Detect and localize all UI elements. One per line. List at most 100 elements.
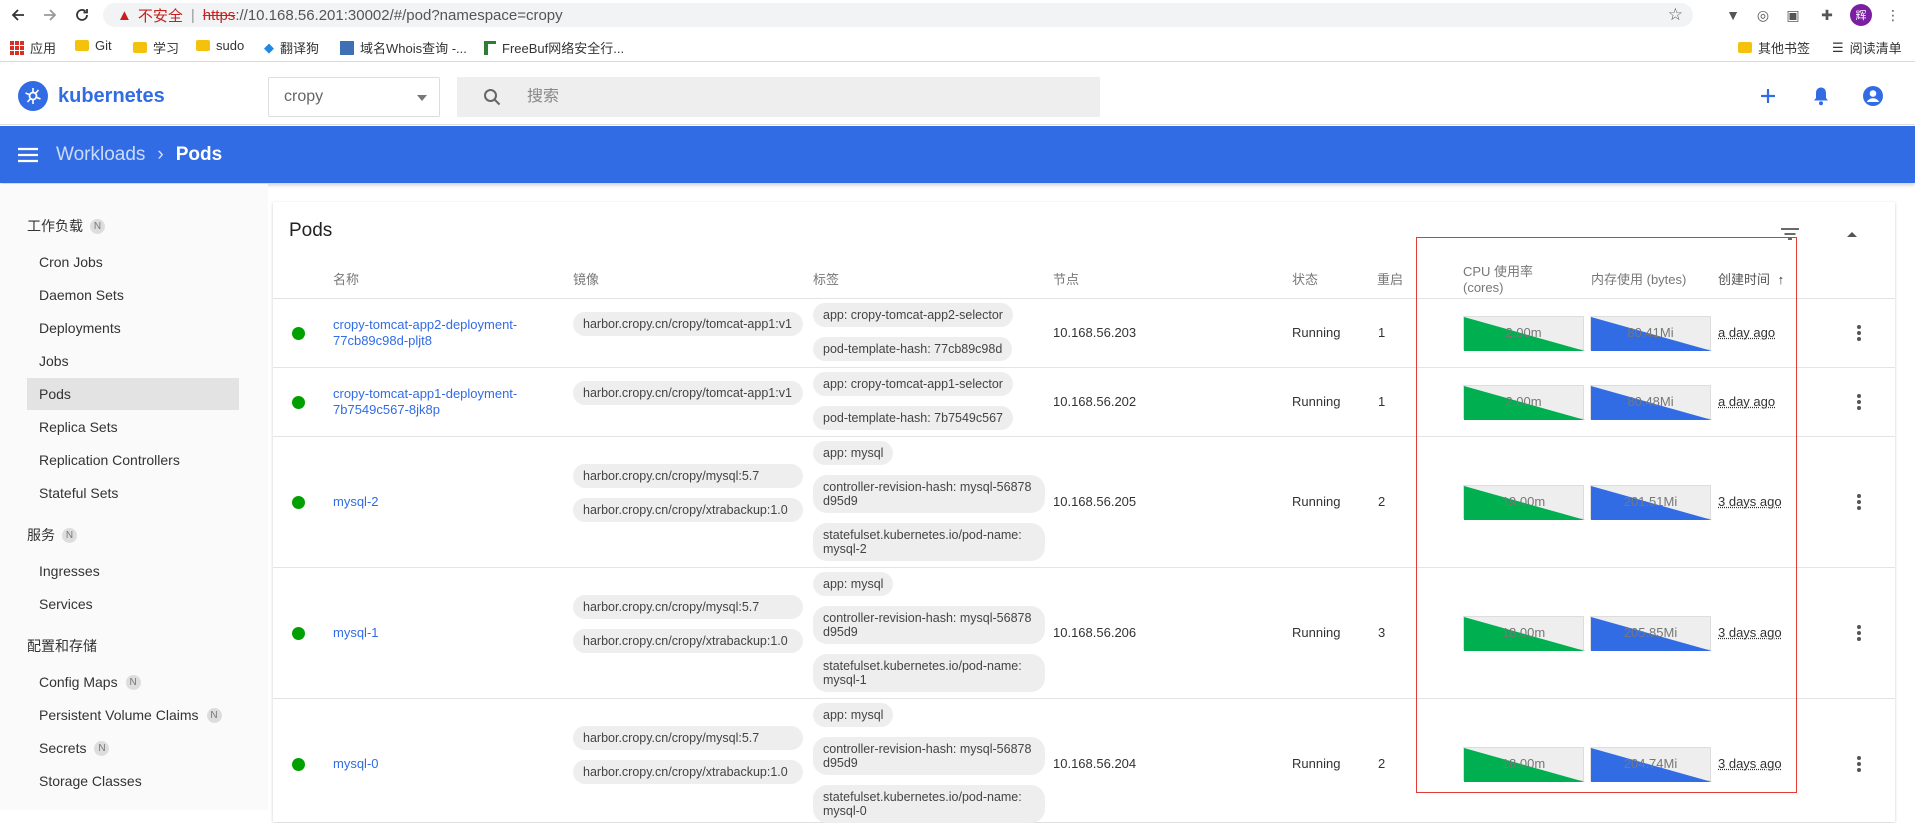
dropdown-caret-icon (417, 95, 427, 101)
freebuf-icon (484, 41, 496, 55)
label-chip: controller-revision-hash: mysql-56878d95… (813, 737, 1045, 775)
label-chip: pod-template-hash: 7b7549c567 (813, 406, 1013, 430)
sidebar-section-services[interactable]: 服务 N (27, 525, 77, 545)
row-actions-kebab-icon[interactable] (1849, 321, 1869, 345)
plus-icon (1759, 87, 1777, 105)
column-header-restarts: 重启 (1377, 272, 1403, 288)
pod-name-link[interactable]: cropy-tomcat-app1-deployment-7b7549c567-… (333, 386, 538, 418)
image-chip: harbor.cropy.cn/cropy/tomcat-app1:v1 (573, 312, 803, 336)
sidebar-section-workloads[interactable]: 工作负载 N (27, 216, 105, 236)
search-icon (457, 88, 527, 106)
arrow-right-icon (42, 7, 58, 23)
warning-icon: ▲ (117, 7, 132, 24)
apps-grid-icon (10, 41, 24, 55)
bookmark-whois[interactable]: 域名Whois查询 -... (340, 38, 467, 57)
sidebar-item-storage-classes[interactable]: Storage Classes (27, 765, 239, 797)
image-chip: harbor.cropy.cn/cropy/tomcat-app1:v1 (573, 381, 803, 405)
sidebar-item-secrets[interactable]: Secrets N (27, 732, 239, 764)
chevron-right-icon: › (157, 144, 163, 166)
extension-v-icon[interactable]: ▼ (1722, 4, 1744, 26)
sidebar-item-label: Replica Sets (39, 419, 118, 435)
bookmark-apps[interactable]: 应用 (10, 38, 56, 57)
extension-circle-icon[interactable]: ◎ (1752, 4, 1774, 26)
app-header: kubernetes cropy (0, 65, 1915, 125)
bookmark-label: Git (95, 38, 112, 53)
pod-name-link[interactable]: mysql-1 (333, 625, 538, 641)
bookmark-fanyigou[interactable]: ◆ 翻译狗 (264, 38, 319, 57)
breadcrumb-workloads[interactable]: Workloads (56, 144, 145, 166)
status-cell: Running (1292, 625, 1340, 640)
create-button[interactable] (1755, 83, 1781, 109)
breadcrumb-toolbar: Workloads › Pods (0, 126, 1915, 183)
star-icon[interactable]: ☆ (1668, 5, 1683, 25)
breadcrumb-current: Pods (176, 144, 222, 166)
url-scheme: https (203, 7, 236, 24)
sidebar-item-label: Cron Jobs (39, 254, 103, 270)
sidebar-item-label: Jobs (39, 353, 69, 369)
namespaced-badge: N (94, 741, 109, 756)
sidebar-item-deployments[interactable]: Deployments (27, 312, 239, 344)
column-header-name[interactable]: 名称 (333, 272, 359, 288)
profile-avatar[interactable]: 辉 (1850, 4, 1872, 26)
search-bar[interactable] (457, 77, 1100, 117)
label-chip: app: mysql (813, 572, 893, 596)
sidebar-item-persistent-volume-claims[interactable]: Persistent Volume Claims N (27, 699, 239, 731)
sidebar-item-label: Storage Classes (39, 773, 142, 789)
sidebar-section-config-storage[interactable]: 配置和存储 (27, 636, 97, 656)
sidebar-item-ingresses[interactable]: Ingresses (27, 555, 239, 587)
image-chip: harbor.cropy.cn/cropy/mysql:5.7 (573, 726, 803, 750)
sidebar-item-daemon-sets[interactable]: Daemon Sets (27, 279, 239, 311)
back-button[interactable] (4, 1, 32, 29)
sidebar-item-services[interactable]: Services (27, 588, 239, 620)
forward-button[interactable] (36, 1, 64, 29)
account-circle-icon (1862, 85, 1884, 107)
label-chip: app: mysql (813, 441, 893, 465)
sidebar-item-pods[interactable]: Pods (27, 378, 239, 410)
sidebar-item-config-maps[interactable]: Config Maps N (27, 666, 239, 698)
sidebar-item-cron-jobs[interactable]: Cron Jobs (27, 246, 239, 278)
sidebar-item-replica-sets[interactable]: Replica Sets (27, 411, 239, 443)
bookmark-reading-list[interactable]: ☰ 阅读清单 (1832, 38, 1902, 57)
hamburger-menu-icon[interactable] (0, 147, 56, 163)
kubernetes-logo[interactable]: kubernetes (18, 81, 165, 111)
highlight-annotation-box (1416, 237, 1797, 793)
row-actions-kebab-icon[interactable] (1849, 390, 1869, 414)
bookmark-freebuf[interactable]: FreeBuf网络安全行... (484, 38, 624, 57)
label-chip: statefulset.kubernetes.io/pod-name: mysq… (813, 785, 1045, 823)
search-input[interactable] (527, 88, 1067, 106)
status-ok-icon (292, 327, 305, 340)
row-actions-kebab-icon[interactable] (1849, 490, 1869, 514)
column-header-status[interactable]: 状态 (1292, 272, 1318, 288)
url-bar[interactable]: ▲ 不安全 | https ://10.168.56.201:30002/#/p… (103, 3, 1693, 27)
extension-box-icon[interactable]: ▣ (1782, 4, 1804, 26)
puzzle-icon[interactable]: ✚ (1816, 4, 1838, 26)
sidebar-item-label: Replication Controllers (39, 452, 180, 468)
folder-icon (1738, 42, 1752, 53)
arrow-left-icon (10, 7, 26, 23)
sidebar-item-replication-controllers[interactable]: Replication Controllers (27, 444, 239, 476)
sidebar-item-stateful-sets[interactable]: Stateful Sets (27, 477, 239, 509)
pod-name-link[interactable]: mysql-2 (333, 494, 538, 510)
browser-menu-icon[interactable]: ⋮ (1882, 4, 1904, 26)
pod-name-link[interactable]: mysql-0 (333, 756, 538, 772)
card-title: Pods (289, 220, 332, 242)
bookmark-study[interactable]: 学习 (133, 38, 179, 57)
namespaced-badge: N (126, 675, 141, 690)
label-chip: controller-revision-hash: mysql-56878d95… (813, 606, 1045, 644)
row-actions-kebab-icon[interactable] (1849, 752, 1869, 776)
bookmark-sudo[interactable]: sudo (196, 38, 244, 53)
row-actions-kebab-icon[interactable] (1849, 621, 1869, 645)
notifications-button[interactable] (1808, 83, 1834, 109)
collapse-up-icon[interactable] (1840, 222, 1864, 246)
bookmark-other[interactable]: 其他书签 (1738, 38, 1810, 57)
namespace-selector[interactable]: cropy (268, 77, 440, 117)
account-button[interactable] (1860, 83, 1886, 109)
status-cell: Running (1292, 756, 1340, 771)
sidebar-item-jobs[interactable]: Jobs (27, 345, 239, 377)
reload-button[interactable] (68, 1, 96, 29)
bookmark-git[interactable]: Git (75, 38, 112, 53)
label-chip: app: cropy-tomcat-app1-selector (813, 372, 1013, 396)
bookmark-label: sudo (216, 38, 244, 53)
pod-name-link[interactable]: cropy-tomcat-app2-deployment-77cb89c98d-… (333, 317, 538, 349)
status-cell: Running (1292, 325, 1340, 340)
